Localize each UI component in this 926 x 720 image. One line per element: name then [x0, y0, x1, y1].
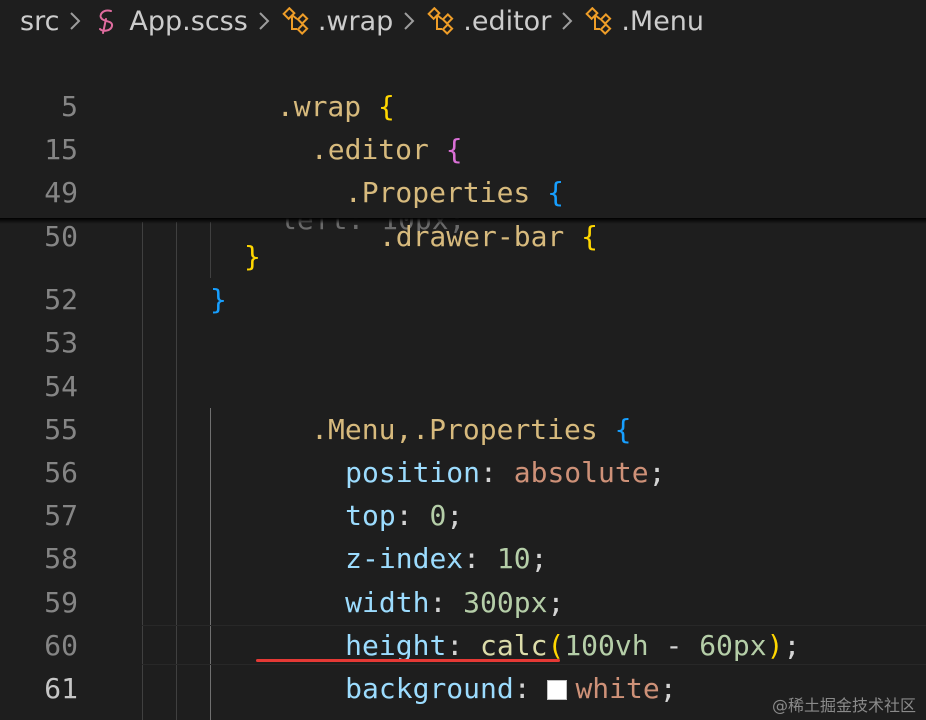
breadcrumb-item-src[interactable]: src	[20, 6, 59, 37]
chevron-right-icon	[68, 11, 84, 31]
sticky-line[interactable]: 49 .Properties {	[0, 128, 926, 209]
symbol-class-icon	[585, 7, 615, 35]
code-line[interactable]: 55 .Menu,.Properties {	[0, 365, 926, 446]
chevron-right-icon	[560, 11, 576, 31]
code-line[interactable]: 60 height: calc(100vh - 60px);	[0, 581, 926, 662]
annotation-underline	[256, 659, 560, 662]
sticky-line[interactable]: 5 .wrap {	[0, 42, 926, 123]
breadcrumb-item-editor[interactable]: .editor	[427, 6, 551, 37]
watermark: @稀土掘金技术社区	[771, 696, 916, 715]
bracket: {	[581, 220, 599, 253]
bracket: }	[210, 283, 227, 316]
sticky-line[interactable]: 50 .drawer-bar {	[0, 172, 926, 253]
sticky-scroll-header[interactable]: 5 .wrap { 15 .editor { 49 .Properties { …	[0, 42, 926, 253]
breadcrumb-label: .wrap	[317, 5, 394, 37]
breadcrumb: src App.scss .wrap .editor .Menu	[0, 0, 926, 42]
code-line[interactable]: 59 width: 300px;	[0, 538, 926, 619]
breadcrumb-item-wrap[interactable]: .wrap	[282, 6, 393, 37]
editor-window: src App.scss .wrap .editor .Menu 5 .wrap…	[0, 0, 926, 720]
breadcrumb-label: .Menu	[621, 5, 705, 37]
selector: .drawer-bar	[378, 220, 565, 253]
code-line[interactable]: 56 position: absolute;	[0, 408, 926, 489]
chevron-right-icon	[402, 11, 418, 31]
code-line[interactable]: 57 top: 0;	[0, 451, 926, 532]
symbol-class-icon	[282, 7, 312, 35]
code-line[interactable]: 54	[0, 322, 926, 403]
breadcrumb-label: App.scss	[129, 5, 248, 37]
breadcrumb-item-menu[interactable]: .Menu	[585, 6, 704, 37]
chevron-right-icon	[257, 11, 273, 31]
breadcrumb-label: src	[20, 5, 60, 37]
symbol-class-icon	[427, 7, 457, 35]
line-number: 50	[44, 220, 78, 253]
code-line[interactable]: 58 z-index: 10;	[0, 494, 926, 575]
sass-file-icon	[93, 7, 123, 35]
line-number: 62	[0, 710, 78, 720]
breadcrumb-label: .editor	[463, 5, 552, 37]
breadcrumb-item-app-scss[interactable]: App.scss	[93, 5, 248, 37]
sticky-line[interactable]: 15 .editor {	[0, 85, 926, 166]
